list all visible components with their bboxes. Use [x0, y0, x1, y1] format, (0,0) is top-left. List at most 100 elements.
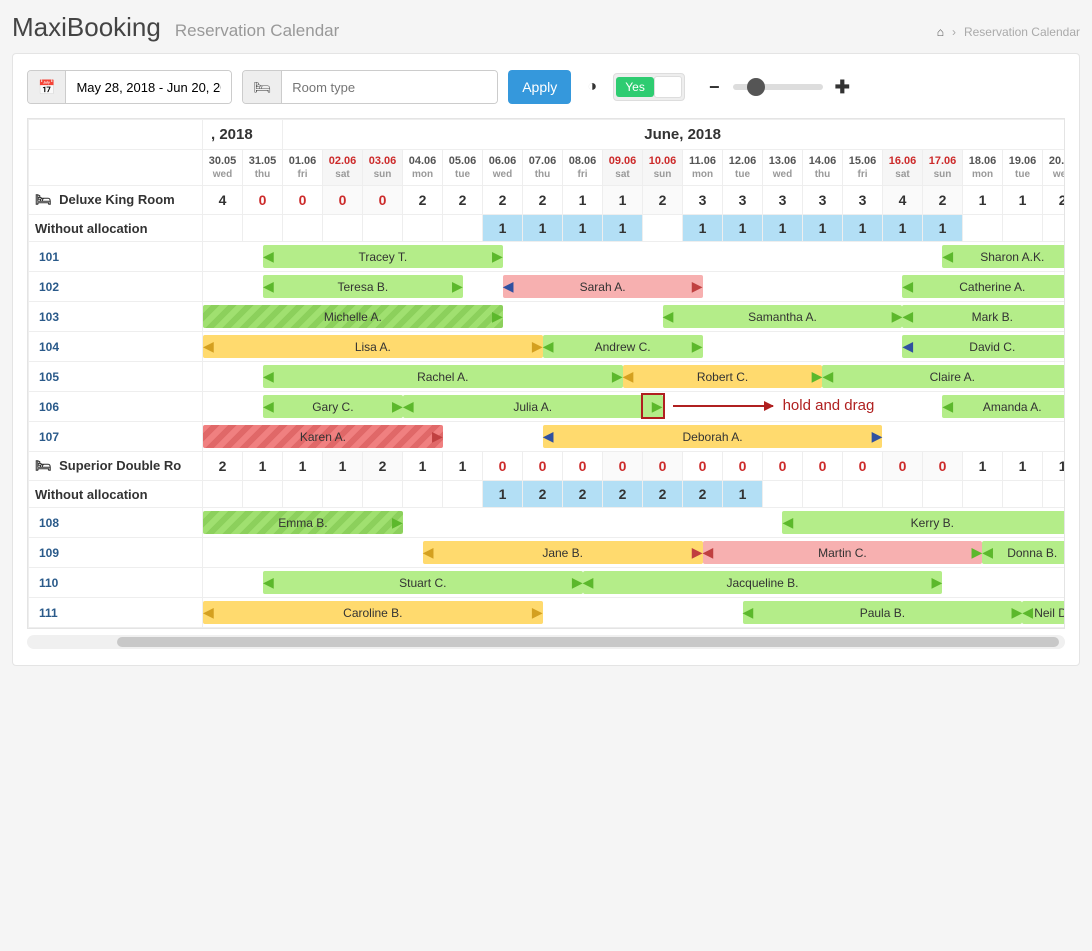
booking-bar[interactable]: Emma B.▶ — [203, 511, 403, 534]
date-range-input[interactable] — [66, 71, 231, 103]
room-number[interactable]: 104 — [29, 332, 203, 362]
booking-bar[interactable]: ◀Stuart C.▶ — [263, 571, 583, 594]
availability-count: 0 — [523, 452, 563, 481]
booking-bar[interactable]: Michelle A.▶ — [203, 305, 503, 328]
room-lane[interactable]: ◀Rachel A.▶◀Robert C.▶◀Claire A. — [203, 362, 1066, 392]
booking-bar[interactable]: ◀Sharon A.K. — [942, 245, 1065, 268]
booking-bar[interactable]: ◀Mark B.▶ — [902, 305, 1065, 328]
home-icon[interactable]: ⌂ — [937, 25, 944, 39]
availability-count: 2 — [483, 186, 523, 215]
bar-start-icon: ◀ — [623, 365, 633, 388]
room-lane[interactable]: ◀Jane B.▶◀Martin C.▶◀Donna B. — [203, 538, 1066, 568]
allocation-cell — [963, 481, 1003, 508]
date-header: 20.06wed — [1043, 150, 1066, 186]
booking-bar[interactable]: ◀David C.▶ — [902, 335, 1065, 358]
room-number[interactable]: 108 — [29, 508, 203, 538]
availability-count: 2 — [923, 186, 963, 215]
booking-bar[interactable]: ◀Amanda A. — [942, 395, 1065, 418]
bar-end-icon: ▶ — [393, 395, 403, 418]
room-number[interactable]: 111 — [29, 598, 203, 628]
room-lane[interactable]: Emma B.▶ ◀Kerry B.▶ — [203, 508, 1066, 538]
bar-end-icon: ▶ — [1012, 601, 1022, 624]
booking-bar[interactable]: ◀Julia A.▶ — [403, 395, 663, 418]
booking-bar[interactable]: ◀Deborah A.▶ — [543, 425, 883, 448]
booking-bar[interactable]: Karen A.▶ — [203, 425, 443, 448]
bar-start-icon: ◀ — [703, 541, 713, 564]
date-header: 14.06thu — [803, 150, 843, 186]
booking-bar[interactable]: ◀Teresa B.▶ — [263, 275, 463, 298]
room-lane[interactable]: ◀Tracey T.▶ ◀Sharon A.K. — [203, 242, 1066, 272]
booking-bar[interactable]: ◀Kerry B.▶ — [782, 511, 1065, 534]
zoom-slider[interactable] — [733, 84, 823, 90]
bar-end-icon: ▶ — [693, 541, 703, 564]
booking-bar[interactable]: ◀Sarah A.▶ — [503, 275, 703, 298]
room-lane[interactable]: ◀Teresa B.▶ ◀Sarah A.▶ ◀Catherine A. — [203, 272, 1066, 302]
zoom-slider-thumb[interactable] — [747, 78, 765, 96]
allocation-cell: 1 — [523, 215, 563, 242]
room-lane[interactable]: Michelle A.▶ ◀Samantha A.▶◀Mark B.▶ — [203, 302, 1066, 332]
toggle-handle — [654, 76, 682, 98]
allocation-cell — [443, 215, 483, 242]
booking-bar[interactable]: ◀Samantha A.▶ — [663, 305, 903, 328]
allocation-cell — [283, 481, 323, 508]
booking-bar[interactable]: ◀Jacqueline B.▶ — [583, 571, 943, 594]
booking-bar[interactable]: ◀Martin C.▶ — [703, 541, 983, 564]
allocation-cell — [1003, 481, 1043, 508]
allocation-cell — [843, 481, 883, 508]
booking-bar[interactable]: ◀Claire A. — [822, 365, 1065, 388]
calendar-scroll[interactable]: , 2018June, 201830.05wed31.05thu01.06fri… — [27, 118, 1065, 629]
booking-bar[interactable]: ◀Caroline B.▶ — [203, 601, 543, 624]
zoom-out-button[interactable]: − — [705, 77, 723, 98]
room-lane[interactable]: Karen A.▶ ◀Deborah A.▶ — [203, 422, 1066, 452]
booking-bar[interactable]: ◀Lisa A.▶ — [203, 335, 543, 358]
booking-guest-name: Catherine A. — [959, 280, 1025, 294]
room-lane[interactable]: ◀Stuart C.▶◀Jacqueline B.▶ — [203, 568, 1066, 598]
booking-bar[interactable]: ◀Rachel A.▶ — [263, 365, 623, 388]
roomtype-label[interactable]: 🛏 Superior Double Ro — [29, 452, 203, 481]
booking-bar[interactable]: ◀Gary C.▶ — [263, 395, 403, 418]
allocation-label: Without allocation — [29, 481, 203, 508]
bar-end-icon: ▶ — [393, 511, 403, 534]
room-number[interactable]: 102 — [29, 272, 203, 302]
room-number[interactable]: 109 — [29, 538, 203, 568]
booking-bar[interactable]: ◀Jane B.▶ — [423, 541, 703, 564]
room-lane[interactable]: ◀Gary C.▶◀Julia A.▶◀Amanda A.hold and dr… — [203, 392, 1066, 422]
room-number[interactable]: 105 — [29, 362, 203, 392]
room-number[interactable]: 101 — [29, 242, 203, 272]
room-number[interactable]: 110 — [29, 568, 203, 598]
room-lane[interactable]: ◀Caroline B.▶ ◀Paula B.▶◀Neil D. — [203, 598, 1066, 628]
room-number[interactable]: 106 — [29, 392, 203, 422]
room-type-input[interactable] — [282, 71, 497, 103]
booking-bar[interactable]: ◀Paula B.▶ — [743, 601, 1023, 624]
booking-bar[interactable]: ◀Donna B. — [982, 541, 1065, 564]
yes-no-toggle[interactable]: Yes — [613, 73, 685, 101]
room-lane[interactable]: ◀Lisa A.▶◀Andrew C.▶ ◀David C.▶ — [203, 332, 1066, 362]
booking-bar[interactable]: ◀Catherine A. — [902, 275, 1065, 298]
calendar-icon[interactable]: 📅 — [28, 71, 66, 103]
allocation-cell — [363, 481, 403, 508]
apply-button[interactable]: Apply — [508, 70, 571, 104]
availability-count: 2 — [363, 452, 403, 481]
bed-icon: 🛏 — [35, 192, 52, 207]
zoom-in-button[interactable]: ✚ — [833, 77, 851, 98]
availability-count: 1 — [323, 452, 363, 481]
availability-count: 0 — [683, 452, 723, 481]
room-row: 111◀Caroline B.▶ ◀Paula B.▶◀Neil D. — [29, 598, 1066, 628]
date-header: 09.06sat — [603, 150, 643, 186]
allocation-row: Without allocation11111111111 — [29, 215, 1066, 242]
room-number[interactable]: 107 — [29, 422, 203, 452]
horizontal-scrollbar[interactable] — [27, 635, 1065, 649]
booking-bar[interactable]: ◀Robert C.▶ — [623, 365, 823, 388]
roomtype-label[interactable]: 🛏 Deluxe King Room — [29, 186, 203, 215]
booking-guest-name: Samantha A. — [748, 310, 817, 324]
booking-bar[interactable]: ◀Tracey T.▶ — [263, 245, 503, 268]
scrollbar-thumb[interactable] — [117, 637, 1059, 647]
booking-bar[interactable]: ◀Neil D. — [1022, 601, 1065, 624]
booking-bar[interactable]: ◀Andrew C.▶ — [543, 335, 703, 358]
room-number[interactable]: 103 — [29, 302, 203, 332]
bar-end-icon: ▶ — [453, 275, 463, 298]
availability-count: 1 — [1003, 452, 1043, 481]
allocation-cell — [803, 481, 843, 508]
toggle-yes-label: Yes — [616, 77, 654, 97]
booking-guest-name: Kerry B. — [911, 516, 954, 530]
